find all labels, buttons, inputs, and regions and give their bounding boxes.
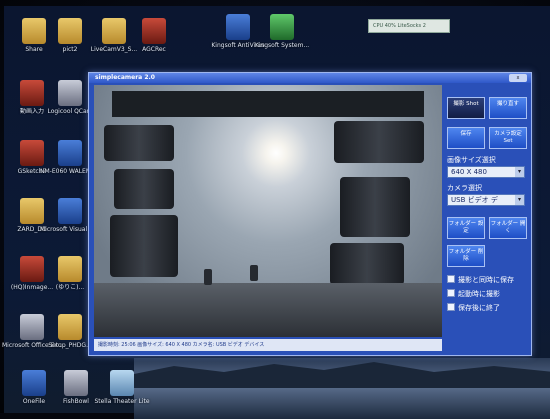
app-icon[interactable] — [110, 370, 134, 396]
gadget-text: CPU 40% LiteSocks 2 — [373, 23, 426, 29]
close-button[interactable]: x — [509, 74, 527, 82]
camera-preview — [94, 85, 442, 337]
image-size-select[interactable]: 640 X 480 ▾ — [447, 166, 525, 178]
camera-settings-button[interactable]: カメラ設定 Set — [489, 127, 527, 149]
app-icon[interactable] — [64, 370, 88, 396]
app-icon[interactable] — [58, 198, 82, 224]
folder-open-button[interactable]: フォルダー 開く — [489, 217, 527, 239]
checkbox-label: 起動時に撮影 — [458, 290, 500, 298]
preview-cylinder — [330, 243, 404, 285]
checkbox-box[interactable] — [447, 289, 455, 297]
camera-window[interactable]: simplecamera 2.0 x 撮影時刻: 25:06 画像サイズ: 64… — [88, 72, 532, 356]
status-bar: 撮影時刻: 25:06 画像サイズ: 640 X 480 カメラ名: USB ビ… — [94, 339, 442, 351]
system-gadget[interactable]: CPU 40% LiteSocks 2 — [368, 19, 450, 33]
chevron-down-icon[interactable]: ▾ — [515, 167, 524, 177]
preview-cylinder — [340, 177, 410, 237]
desktop-icon[interactable]: AGCRec — [124, 18, 184, 53]
preview-cylinder — [104, 125, 174, 161]
folder-set-button[interactable]: フォルダー 設定 — [447, 217, 485, 239]
desktop-icon-label: AGCRec — [142, 46, 166, 53]
preview-bolt — [250, 265, 258, 281]
camera-select-label: カメラ選択 — [447, 184, 482, 192]
preview-base — [94, 283, 442, 337]
window-title: simplecamera 2.0 — [95, 74, 155, 81]
window-titlebar[interactable]: simplecamera 2.0 x — [89, 73, 531, 83]
folder-icon[interactable] — [58, 256, 82, 282]
app-icon[interactable] — [22, 370, 46, 396]
app-icon[interactable] — [58, 140, 82, 166]
save-button[interactable]: 保存 — [447, 127, 485, 149]
checkbox-label: 保存後に終了 — [458, 304, 500, 312]
checkbox-box[interactable] — [447, 303, 455, 311]
folder-icon[interactable] — [58, 18, 82, 44]
shoot-on-start-checkbox[interactable]: 起動時に撮影 — [447, 289, 500, 299]
retake-button[interactable]: 撮り直す — [489, 97, 527, 119]
control-panel: 撮影 Shot 撮り直す 保存 カメラ設定 Set 画像サイズ選択 640 X … — [445, 85, 527, 351]
app-icon[interactable] — [142, 18, 166, 44]
preview-cylinder — [334, 121, 424, 163]
image-size-label: 画像サイズ選択 — [447, 156, 496, 164]
folder-delete-button[interactable]: フォルダー 削除 — [447, 245, 485, 267]
desktop-icon[interactable]: Kingsoft System... — [252, 14, 312, 49]
preview-cylinder — [114, 169, 174, 209]
preview-top-beam — [112, 91, 424, 117]
checkbox-box[interactable] — [447, 275, 455, 283]
shield-icon[interactable] — [270, 14, 294, 40]
antivirus-icon[interactable] — [226, 14, 250, 40]
desktop-icon-label: Kingsoft System... — [254, 42, 310, 49]
status-text: 撮影時刻: 25:06 画像サイズ: 640 X 480 カメラ名: USB ビ… — [98, 342, 265, 348]
chevron-down-icon[interactable]: ▾ — [515, 195, 524, 205]
webcam-icon[interactable] — [58, 80, 82, 106]
camera-value: USB ビデオ デ — [451, 196, 498, 204]
preview-cylinder — [110, 215, 178, 277]
folder-icon[interactable] — [102, 18, 126, 44]
save-on-shoot-checkbox[interactable]: 撮影と同時に保存 — [447, 275, 514, 285]
folder-icon[interactable] — [58, 314, 82, 340]
wallpaper-lake — [134, 358, 550, 419]
exit-after-save-checkbox[interactable]: 保存後に終了 — [447, 303, 500, 313]
desktop-icon-label: Stella Theater Lite — [94, 398, 150, 405]
checkbox-label: 撮影と同時に保存 — [458, 276, 514, 284]
desktop-icon[interactable]: Stella Theater Lite — [92, 370, 152, 405]
camera-select[interactable]: USB ビデオ デ ▾ — [447, 194, 525, 206]
shoot-button[interactable]: 撮影 Shot — [447, 97, 485, 119]
image-size-value: 640 X 480 — [451, 168, 487, 176]
preview-bolt — [204, 269, 212, 285]
